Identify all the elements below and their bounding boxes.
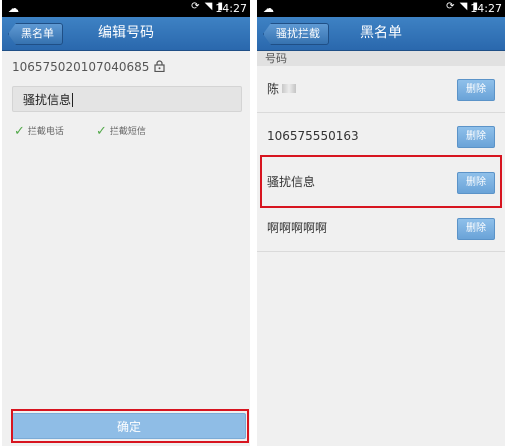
status-time: 14:27 <box>470 2 502 15</box>
blurred-name <box>282 84 297 93</box>
text-caret <box>72 93 74 107</box>
status-time: 14:27 <box>215 2 247 15</box>
entry-label: 啊啊啊啊啊 <box>267 221 328 235</box>
block-calls-checkbox[interactable]: ✓ 拦截电话 <box>14 124 64 139</box>
highlight-box <box>260 155 502 208</box>
status-bar: ☁ ⟳ ◥ ▮ 14:27 <box>257 0 505 17</box>
keyword-input[interactable]: 骚扰信息 <box>12 86 242 112</box>
title-bar: 黑名单 编辑号码 <box>2 17 250 51</box>
delete-button[interactable]: 删除 <box>457 79 495 101</box>
page-title: 编辑号码 <box>98 25 154 41</box>
block-calls-label: 拦截电话 <box>27 127 64 137</box>
list-item[interactable]: 106575550163 删除 <box>257 113 505 160</box>
lock-icon[interactable] <box>154 60 165 72</box>
status-bar: ☁ ⟳ ◥ ▮ 14:27 <box>2 0 250 17</box>
app-notification-icon: ☁ <box>8 2 19 15</box>
block-sms-label: 拦截短信 <box>109 127 146 137</box>
check-icon: ✓ <box>96 124 107 139</box>
list-item[interactable]: 陈 删除 <box>257 66 505 113</box>
phone-number-row: 106575020107040685 <box>12 60 165 74</box>
edit-number-screen: ☁ ⟳ ◥ ▮ 14:27 黑名单 编辑号码 10657502010704068… <box>2 0 250 446</box>
title-bar: 骚扰拦截 黑名单 <box>257 17 505 51</box>
block-sms-checkbox[interactable]: ✓ 拦截短信 <box>96 124 146 139</box>
delete-button[interactable]: 删除 <box>457 126 495 148</box>
page-title: 黑名单 <box>360 25 402 41</box>
keyword-value: 骚扰信息 <box>23 93 72 107</box>
highlight-box <box>11 409 249 443</box>
delete-button[interactable]: 删除 <box>457 218 495 240</box>
section-header: 号码 <box>257 51 505 66</box>
check-icon: ✓ <box>14 124 25 139</box>
blacklist-screen: ☁ ⟳ ◥ ▮ 14:27 骚扰拦截 黑名单 号码 陈 删除 106575550… <box>257 0 505 446</box>
phone-number: 106575020107040685 <box>12 60 150 74</box>
entry-label: 106575550163 <box>267 129 359 143</box>
app-notification-icon: ☁ <box>263 2 274 15</box>
entry-label: 陈 <box>267 66 297 112</box>
list-item[interactable]: 啊啊啊啊啊 删除 <box>257 205 505 252</box>
